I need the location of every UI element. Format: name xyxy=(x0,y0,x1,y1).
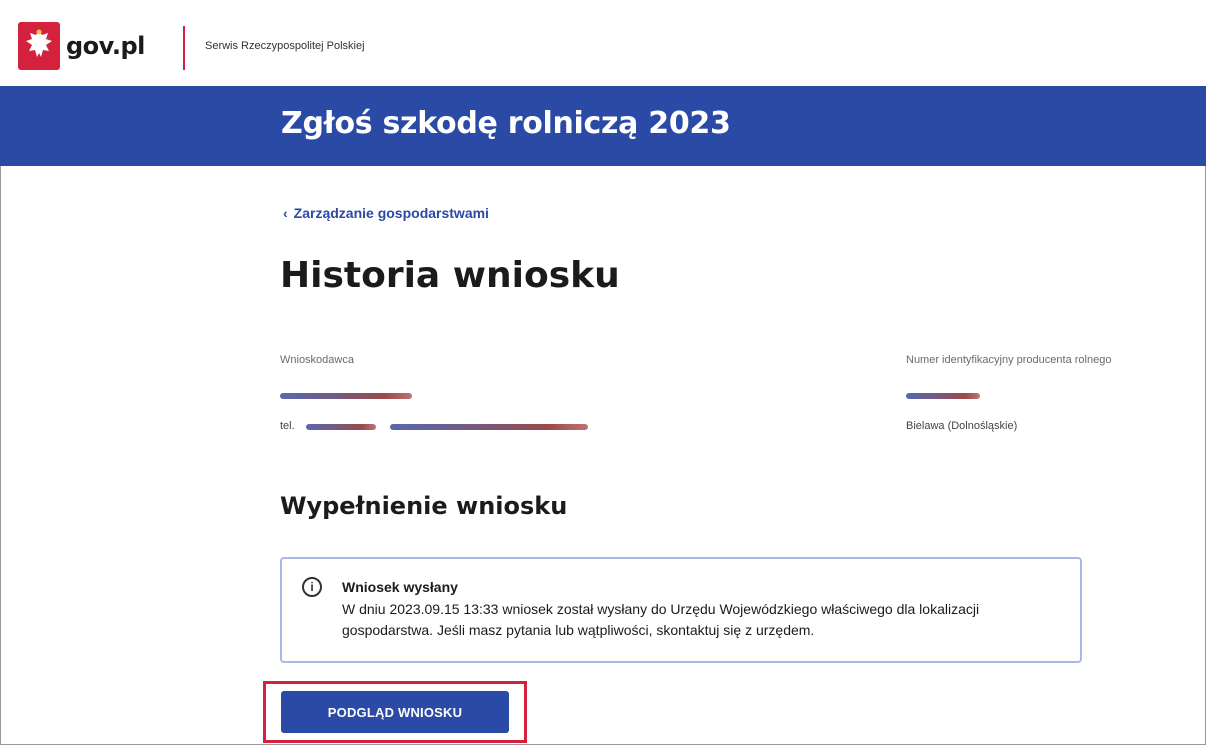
service-name: Serwis Rzeczypospolitej Polskiej xyxy=(205,40,365,52)
service-title: Zgłoś szkodę rolniczą 2023 xyxy=(281,106,731,141)
page-title: Historia wniosku xyxy=(280,255,620,296)
gov-logo[interactable]: gov.pl xyxy=(18,22,145,70)
section-title: Wypełnienie wniosku xyxy=(280,492,568,520)
back-link[interactable]: ‹ Zarządzanie gospodarstwami xyxy=(283,205,489,221)
alert-title: Wniosek wysłany xyxy=(342,579,458,595)
back-link-label: Zarządzanie gospodarstwami xyxy=(293,205,489,221)
alert-body: W dniu 2023.09.15 13:33 wniosek został w… xyxy=(342,601,980,638)
producer-id-label: Numer identyfikacyjny producenta rolnego xyxy=(906,354,1112,366)
service-banner: Zgłoś szkodę rolniczą 2023 xyxy=(0,86,1206,166)
applicant-label: Wnioskodawca xyxy=(280,354,354,366)
logo-text: gov.pl xyxy=(66,32,145,60)
applicant-name-redacted xyxy=(280,393,412,399)
phone-prefix: tel. xyxy=(280,420,295,432)
farm-location: Bielawa (Dolnośląskie) xyxy=(906,420,1018,432)
status-alert: i Wniosek wysłany W dniu 2023.09.15 13:3… xyxy=(280,557,1082,663)
preview-application-button[interactable]: PODGLĄD WNIOSKU xyxy=(281,691,509,733)
producer-id-redacted xyxy=(906,393,980,399)
chevron-left-icon: ‹ xyxy=(283,205,288,221)
eagle-emblem-icon xyxy=(18,22,60,70)
info-icon: i xyxy=(302,577,322,597)
contact-redacted xyxy=(390,424,588,430)
top-bar: gov.pl Serwis Rzeczypospolitej Polskiej xyxy=(0,0,1206,86)
header-divider xyxy=(183,26,185,70)
phone-redacted xyxy=(306,424,376,430)
